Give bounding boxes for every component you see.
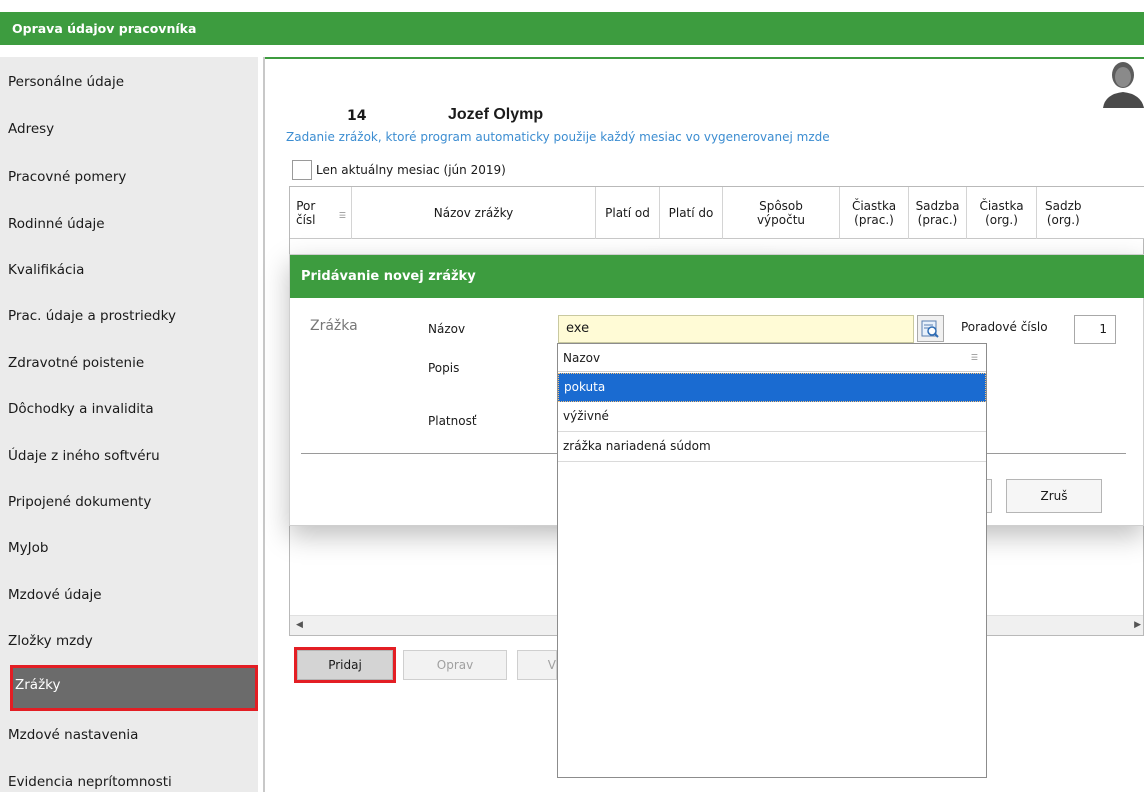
order-number-input[interactable]: 1 [1074, 315, 1116, 344]
edit-button[interactable]: Oprav [403, 650, 507, 680]
sidebar-item-employment[interactable]: Pracovné pomery [8, 157, 260, 197]
sort-icon: ☰ [970, 353, 978, 362]
description-label: Popis [428, 361, 460, 375]
dropdown-column-header[interactable]: Nazov ☰ [558, 344, 986, 372]
info-text: Zadanie zrážok, ktoré program automatick… [286, 130, 830, 144]
cancel-button[interactable]: Zruš [1006, 479, 1102, 513]
col-header-valid-from[interactable]: Platí od [596, 187, 660, 239]
dropdown-header-label: Nazov [563, 351, 601, 365]
col-header-rate-employee[interactable]: Sadzba (prac.) [909, 187, 967, 239]
employee-number: 14 [347, 108, 367, 124]
sidebar-item-myjob[interactable]: MyJob [8, 528, 260, 568]
sidebar-item-pay-components[interactable]: Zložky mzdy [8, 621, 260, 661]
col-header-amount-org[interactable]: Čiastka (org.) [967, 187, 1037, 239]
col-header-name[interactable]: Názov zrážky [352, 187, 596, 239]
col-header-valid-to[interactable]: Platí do [660, 187, 723, 239]
dialog-section-label: Zrážka [310, 318, 358, 334]
window-title: Oprava údajov pracovníka [0, 12, 1144, 45]
sidebar-item-pensions[interactable]: Dôchodky a invalidita [8, 389, 260, 429]
dropdown-option-vyzivne[interactable]: výživné [558, 403, 986, 432]
delete-button[interactable]: V [517, 650, 557, 680]
col-header-method[interactable]: Spôsob výpočtu [723, 187, 840, 239]
scroll-left-icon[interactable]: ◀ [296, 620, 303, 630]
sidebar-item-documents[interactable]: Pripojené dokumenty [8, 482, 260, 522]
col-header-amount-employee[interactable]: Čiastka (prac.) [840, 187, 909, 239]
sidebar-item-deductions[interactable]: Zrážky [10, 665, 258, 711]
sidebar-item-work-data[interactable]: Prac. údaje a prostriedky [8, 296, 260, 336]
sidebar-item-health-insurance[interactable]: Zdravotné poistenie [8, 343, 260, 383]
name-input[interactable]: exe [558, 315, 914, 343]
main-top-border [263, 57, 1144, 59]
col-header-rate-org[interactable]: Sadzb (org.) [1037, 187, 1144, 239]
dropdown-option-court-deduction[interactable]: zrážka nariadená súdom [558, 433, 986, 462]
sidebar-item-absence[interactable]: Evidencia neprítomnosti [8, 762, 260, 792]
grid-header: Por čísl ☰ Názov zrážky Platí od Platí do… [290, 187, 1144, 239]
sort-icon: ☰ [338, 211, 346, 220]
lookup-icon [921, 320, 939, 338]
main-left-border [263, 57, 265, 792]
add-button[interactable]: Pridaj [294, 647, 396, 683]
current-month-label: Len aktuálny mesiac (jún 2019) [316, 163, 506, 177]
current-month-checkbox[interactable] [292, 160, 312, 180]
avatar [1101, 60, 1144, 108]
sidebar-item-label: Zrážky [15, 677, 61, 693]
dropdown-option-pokuta[interactable]: pokuta [558, 373, 986, 402]
sidebar-item-other-software[interactable]: Údaje z iného softvéru [8, 436, 260, 476]
name-label: Názov [428, 322, 466, 336]
col-header-order[interactable]: Por čísl ☰ [290, 187, 352, 239]
name-dropdown-list[interactable]: Nazov ☰ pokuta výživné zrážka nariadená … [557, 343, 987, 778]
order-number-label: Poradové číslo [961, 320, 1048, 334]
sidebar-item-personal[interactable]: Personálne údaje [8, 62, 260, 102]
sidebar-item-family[interactable]: Rodinné údaje [8, 204, 260, 244]
lookup-button[interactable] [917, 315, 944, 342]
sidebar-item-payroll-settings[interactable]: Mzdové nastavenia [8, 715, 260, 755]
dialog-title: Pridávanie novej zrážky [290, 255, 1144, 298]
sidebar-item-addresses[interactable]: Adresy [8, 109, 260, 149]
person-icon [1101, 60, 1144, 108]
employee-name: Jozef Olymp [448, 106, 544, 123]
sidebar-item-payroll-data[interactable]: Mzdové údaje [8, 575, 260, 615]
scroll-right-icon[interactable]: ▶ [1134, 620, 1141, 630]
sidebar-item-qualification[interactable]: Kvalifikácia [8, 250, 260, 290]
sidebar-nav: Personálne údaje Adresy Pracovné pomery … [0, 57, 258, 792]
validity-label: Platnosť [428, 414, 477, 428]
